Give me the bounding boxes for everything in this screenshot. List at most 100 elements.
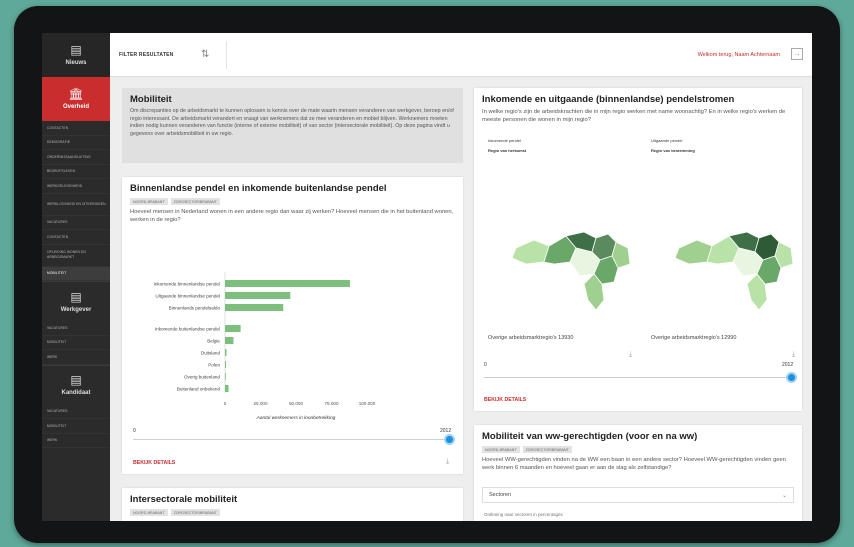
- sidebar: ▤ Nieuws 🏛 Overheid Contacten Demografie O…: [42, 33, 110, 521]
- binnenlandse-badges: Noord-Brabant Zorgsector/Brabant: [130, 198, 455, 205]
- ww-mobiliteit-card: Mobiliteit van ww-gerechtigden (voor en …: [474, 425, 802, 521]
- sidebar-werkgever[interactable]: ▤ Werkgever: [42, 281, 110, 321]
- pendelstromen-title: Inkomende en uitgaande (binnenlandse) pe…: [482, 94, 735, 105]
- mobiliteit-intro-card: Mobiliteit Om discrepanties op de arbeid…: [122, 88, 463, 163]
- sidebar-subitem[interactable]: Mobiliteit: [42, 419, 110, 434]
- sidebar-kandidaat[interactable]: ▤ Kandidaat: [42, 364, 110, 405]
- left-map-footer: Overige arbeidsmarktregio's 13930: [488, 335, 574, 341]
- sidebar-subitem[interactable]: Opleiding wonen en arbeidsmarkt: [42, 245, 110, 267]
- sidebar-nieuws[interactable]: ▤ Nieuws: [42, 33, 110, 77]
- sidebar-subitem[interactable]: Werkloosheid en uitkeringen: [42, 194, 110, 216]
- chart-tick-label: 25.000: [253, 401, 267, 406]
- sidebar-subitem[interactable]: Demografie: [42, 136, 110, 150]
- year-slider-track[interactable]: [133, 439, 448, 440]
- person-card-icon: ▤: [70, 373, 82, 387]
- year-slider-track[interactable]: [484, 377, 789, 378]
- filter-badge[interactable]: Noord-Brabant: [130, 198, 168, 205]
- chart-category-label: Polen: [208, 363, 220, 368]
- sidebar-werkgever-items: Vacatures Mobiliteit Werk: [42, 321, 110, 365]
- chart-tick-label: 100.000: [359, 401, 376, 406]
- filter-results-button[interactable]: FILTER RESULTATEN: [119, 52, 173, 58]
- year-slider-handle[interactable]: [444, 434, 455, 445]
- chart-bar: [225, 292, 291, 299]
- inkomende-pendel-map[interactable]: [504, 228, 644, 318]
- right-legend-sub: Regio van bestemming: [651, 148, 695, 153]
- sidebar-werkgever-label: Werkgever: [60, 306, 92, 313]
- filter-badge[interactable]: Zorgsector/Brabant: [522, 446, 572, 453]
- chevron-down-icon: ⌄: [781, 492, 787, 499]
- sidebar-kandidaat-items: Vacatures Mobiliteit Werk: [42, 405, 110, 448]
- sidebar-kandidaat-label: Kandidaat: [61, 390, 91, 396]
- ww-subtext: Ontlening naar sectoren in percentages: [484, 512, 563, 517]
- pendelstromen-card: Inkomende en uitgaande (binnenlandse) pe…: [474, 88, 802, 411]
- uitgaande-pendel-map[interactable]: [667, 228, 807, 318]
- chart-bar: [225, 349, 227, 356]
- chart-category-label: Overig buitenland: [184, 375, 220, 380]
- chart-x-axis-label: Aantal werknemers in loonbetrekking: [256, 415, 336, 421]
- sidebar-subitem[interactable]: Contacten: [42, 230, 110, 245]
- sidebar-overheid-items: Contacten Demografie Onderwijsaansluiting B…: [42, 121, 110, 281]
- intersectorale-title: Intersectorale mobiliteit: [130, 494, 238, 505]
- sidebar-overheid-label: Overheid: [62, 104, 89, 110]
- filter-badge[interactable]: Zorgsector/Brabant: [170, 198, 220, 205]
- chart-category-label: Inkomende binnenlandse pendel: [154, 282, 220, 287]
- binnenlandse-pendel-card: Binnenlandse pendel en inkomende buitenl…: [122, 177, 463, 474]
- left-legend-title: Inkomende pendel: [488, 138, 521, 143]
- sector-dropdown-value: Sectoren: [489, 492, 512, 498]
- pendel-bar-chart: Inkomende binnenlandse pendel Uitgaande b…: [154, 272, 376, 421]
- pendelstromen-text: In welke regio's zijn de arbeidskrachten…: [482, 109, 786, 123]
- welcome-user-link[interactable]: Welkom terug, Naam Achternaam: [698, 52, 780, 58]
- slider-max-label: 2012: [782, 362, 794, 368]
- chart-bar: [225, 325, 241, 332]
- topbar-divider: [226, 41, 227, 69]
- download-icon[interactable]: ⤓: [446, 458, 449, 466]
- ww-badges: Noord-Brabant Zorgsector/Brabant: [482, 446, 794, 453]
- sidebar-subitem[interactable]: Vacatures: [42, 405, 110, 419]
- binnenlandse-text: Hoeveel mensen in Nederland wonen in een…: [130, 209, 454, 223]
- sidebar-subitem[interactable]: Vacatures: [42, 216, 110, 230]
- filter-badge[interactable]: Noord-Brabant: [130, 509, 168, 516]
- map-region: [511, 239, 550, 265]
- sidebar-subitem[interactable]: Werkgelegenheid: [42, 179, 110, 194]
- sidebar-subitem[interactable]: Mobiliteit: [42, 266, 110, 281]
- sidebar-overheid[interactable]: 🏛 Overheid: [42, 77, 110, 121]
- map-region: [674, 239, 713, 265]
- ww-title: Mobiliteit van ww-gerechtigden (voor en …: [482, 431, 698, 442]
- chart-category-label: Uitgaande binnenlandse pendel: [155, 294, 220, 299]
- sidebar-subitem[interactable]: Onderwijsaansluiting: [42, 150, 110, 165]
- mobiliteit-title: Mobiliteit: [130, 94, 172, 105]
- sidebar-subitem[interactable]: Werk: [42, 434, 110, 448]
- sidebar-subitem[interactable]: Werk: [42, 350, 110, 365]
- left-legend-sub: Regio van herkomst: [488, 148, 527, 153]
- chart-bar: [225, 280, 350, 287]
- app-screen: ▤ Nieuws 🏛 Overheid Contacten Demografie O…: [42, 33, 812, 521]
- slider-min-label: 0: [133, 428, 136, 434]
- sidebar-subitem[interactable]: Mobiliteit: [42, 336, 110, 350]
- sector-dropdown[interactable]: Sectoren ⌄: [482, 487, 794, 503]
- right-legend-title: Uitgaande pendel: [651, 138, 683, 143]
- chart-category-label: Duitsland: [201, 351, 221, 356]
- mobiliteit-text: Om discrepanties op de arbeidsmarkt te k…: [130, 108, 454, 137]
- sidebar-subitem[interactable]: Bedrijfsleven: [42, 165, 110, 179]
- filter-sliders-icon[interactable]: ⇅: [201, 49, 209, 60]
- chart-bar: [225, 361, 226, 368]
- year-slider-handle[interactable]: [786, 372, 797, 383]
- chart-tick-label: 75.000: [324, 401, 338, 406]
- download-icon[interactable]: ⤓: [792, 351, 795, 359]
- sidebar-subitem[interactable]: Contacten: [42, 121, 110, 136]
- view-details-link[interactable]: BEKIJK DETAILS: [484, 397, 526, 403]
- filter-badge[interactable]: Zorgsector/Brabant: [170, 509, 220, 516]
- right-map-footer: Overige arbeidsmarktregio's 12990: [651, 335, 737, 341]
- sidebar-subitem[interactable]: Vacatures: [42, 321, 110, 336]
- chart-bar: [225, 337, 234, 344]
- logout-icon[interactable]: →: [791, 48, 803, 60]
- chart-tick-label: 0: [224, 401, 227, 406]
- chart-bar: [225, 373, 226, 380]
- filter-badge[interactable]: Noord-Brabant: [482, 446, 520, 453]
- chart-bar: [225, 304, 284, 311]
- view-details-link[interactable]: BEKIJK DETAILS: [133, 460, 175, 466]
- download-icon[interactable]: ⤓: [629, 351, 632, 359]
- binnenlandse-title: Binnenlandse pendel en inkomende buitenl…: [130, 183, 387, 194]
- sidebar-nieuws-label: Nieuws: [65, 60, 87, 66]
- briefcase-icon: ▤: [70, 289, 82, 304]
